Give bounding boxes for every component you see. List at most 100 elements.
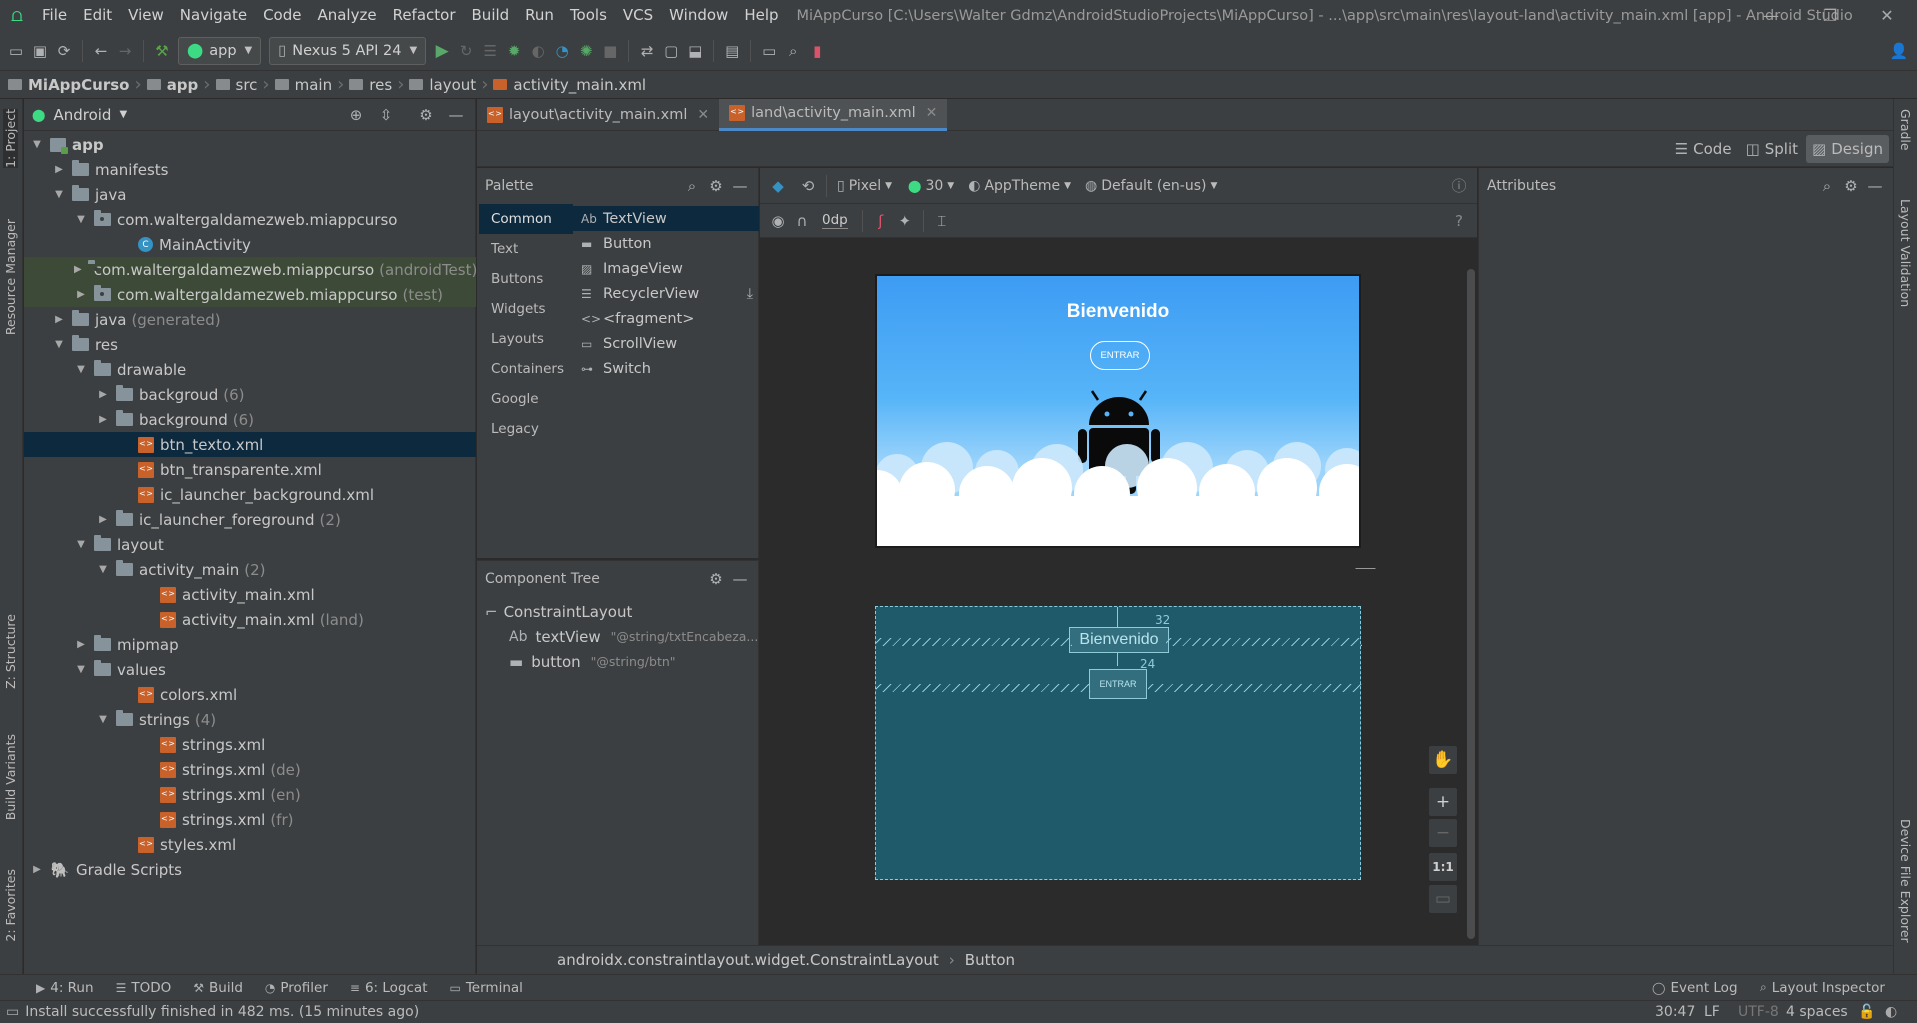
magnet-icon[interactable]: ∩ (790, 209, 814, 233)
expand-arrow-icon[interactable]: ▼ (52, 189, 66, 200)
help-icon[interactable]: ? (1447, 209, 1471, 233)
breadcrumb-item[interactable]: main (274, 76, 332, 94)
collapse-arrow-icon[interactable]: ▶ (74, 289, 88, 300)
tool-window-device-file-explorer[interactable]: Device File Explorer (1898, 819, 1913, 943)
collapse-arrow-icon[interactable]: ▶ (30, 864, 44, 875)
back-icon[interactable]: ← (89, 39, 113, 63)
palette-item-textview[interactable]: Ab TextView (571, 206, 759, 231)
gear-icon[interactable]: ⚙ (704, 567, 728, 591)
palette-category-google[interactable]: Google (479, 384, 573, 414)
tree-row[interactable]: ▶ com.waltergaldamezweb.miappcurso (test) (24, 282, 476, 307)
debug-icon[interactable]: ✹ (502, 39, 526, 63)
tree-row[interactable]: ▼ java (24, 182, 476, 207)
tool-build[interactable]: ⚒ Build (187, 980, 249, 996)
expand-arrow-icon[interactable]: ▼ (74, 214, 88, 225)
canvas-scrollbar[interactable] (1467, 269, 1475, 939)
palette-item-scrollview[interactable]: ▭ ScrollView (571, 331, 759, 356)
tree-row[interactable]: ▶ backgroud (6) (24, 382, 476, 407)
path-item-constraintlayout[interactable]: androidx.constraintlayout.widget.Constra… (557, 951, 939, 969)
orientation-icon[interactable]: ⟲ (796, 174, 820, 198)
expand-arrow-icon[interactable]: ▼ (74, 664, 88, 675)
tree-row[interactable]: ▼ app (24, 132, 476, 157)
palette-category-containers[interactable]: Containers (479, 354, 573, 384)
zoom-in-button[interactable]: + (1428, 787, 1458, 817)
tree-row[interactable]: ic_launcher_background.xml (24, 482, 476, 507)
breadcrumb-item[interactable]: src (215, 76, 257, 94)
tab-layout-activity-main[interactable]: layout\activity_main.xml ✕ (477, 99, 719, 131)
menu-tools[interactable]: Tools (562, 0, 615, 31)
minimize-button[interactable]: — (1744, 0, 1798, 31)
make-project-hammer-icon[interactable]: ⚒ (150, 39, 174, 63)
tool-layout-inspector[interactable]: ⌕ Layout Inspector (1754, 980, 1891, 996)
zoom-one-to-one-button[interactable]: 1:1 (1428, 852, 1458, 882)
chevron-down-icon[interactable]: ▼ (119, 109, 127, 120)
blueprint-textview[interactable]: Bienvenido (1069, 627, 1169, 653)
palette-category-buttons[interactable]: Buttons (479, 264, 573, 294)
breadcrumb-item[interactable]: res (349, 76, 392, 94)
hide-panel-icon[interactable]: — (444, 103, 468, 127)
menu-code[interactable]: Code (255, 0, 309, 31)
eye-icon[interactable]: ◉ (766, 209, 790, 233)
close-icon[interactable]: ✕ (697, 107, 709, 123)
search-everywhere-icon[interactable]: ⌕ (781, 39, 805, 63)
tree-row[interactable]: activity_main.xml(land) (24, 607, 476, 632)
tree-row[interactable]: ▼ drawable (24, 357, 476, 382)
collapse-all-icon[interactable]: ⇳ (374, 103, 398, 127)
expand-arrow-icon[interactable]: ▼ (30, 139, 44, 150)
tool-window-gradle[interactable]: Gradle (1898, 109, 1913, 151)
default-margin-field[interactable]: 0dp (822, 212, 848, 229)
tool-window-resource-manager[interactable]: Resource Manager (3, 219, 18, 335)
tree-row[interactable]: btn_texto.xml (24, 432, 476, 457)
tree-row[interactable]: ▼ values (24, 657, 476, 682)
tool-todo[interactable]: ☰ TODO (110, 980, 178, 996)
expand-arrow-icon[interactable]: ▼ (74, 364, 88, 375)
status-toggle-icon[interactable]: ▭ (6, 1004, 19, 1020)
avd-manager-icon[interactable]: ▢ (659, 39, 683, 63)
palette-item-recyclerview[interactable]: ☰ RecyclerView ⤓ (571, 281, 759, 306)
project-view-select[interactable]: Android (53, 106, 111, 124)
collapse-arrow-icon[interactable]: ▶ (96, 514, 110, 525)
tree-row[interactable]: strings.xml(en) (24, 782, 476, 807)
search-icon[interactable]: ⌕ (1815, 174, 1839, 198)
blueprint-button[interactable]: ENTRAR (1089, 669, 1147, 699)
stop-icon[interactable]: ■ (598, 39, 622, 63)
status-message[interactable]: Install successfully finished in 482 ms.… (25, 1004, 419, 1020)
theme-select[interactable]: ◐ AppTheme ▼ (968, 178, 1071, 194)
margin-label-textview[interactable]: 32 (1155, 613, 1170, 627)
tree-row[interactable]: ▶ java (generated) (24, 307, 476, 332)
breadcrumb-item[interactable]: activity_main.xml (493, 76, 646, 94)
tree-row[interactable]: strings.xml(fr) (24, 807, 476, 832)
tree-row[interactable]: ▶ manifests (24, 157, 476, 182)
resize-handle-icon[interactable] (1355, 549, 1395, 569)
tool-window-structure[interactable]: Z: Structure (3, 614, 18, 689)
tree-row[interactable]: activity_main.xml (24, 582, 476, 607)
path-item-button[interactable]: Button (965, 951, 1015, 969)
menu-file[interactable]: File (34, 0, 75, 31)
tree-node-constraintlayout[interactable]: ⌐ ConstraintLayout (485, 599, 632, 624)
breadcrumb-item[interactable]: layout (409, 76, 476, 94)
menu-navigate[interactable]: Navigate (172, 0, 255, 31)
tool-window-build-variants[interactable]: Build Variants (3, 734, 18, 820)
palette-category-legacy[interactable]: Legacy (479, 414, 573, 444)
palette-category-text[interactable]: Text (479, 234, 573, 264)
tool-terminal[interactable]: ▭ Terminal (444, 980, 529, 996)
tree-row[interactable]: ▼ activity_main (2) (24, 557, 476, 582)
apply-changes-icon[interactable]: ↻ (454, 39, 478, 63)
sync-gradle-icon[interactable]: ⇄ (635, 39, 659, 63)
split-mode-button[interactable]: ◫ Split (1740, 135, 1804, 163)
sdk-manager-icon[interactable]: ⬓ (683, 39, 707, 63)
warning-icon[interactable]: ⓘ (1447, 174, 1471, 198)
tree-row[interactable]: ▶ mipmap (24, 632, 476, 657)
code-mode-button[interactable]: ☰ Code (1669, 135, 1738, 163)
zoom-out-button[interactable]: − (1428, 818, 1458, 848)
palette-category-common[interactable]: Common (479, 204, 573, 234)
design-mode-button[interactable]: ▨ Design (1806, 134, 1889, 163)
tree-row[interactable]: ▼ layout (24, 532, 476, 557)
infer-constraints-icon[interactable]: ✦ (893, 209, 917, 233)
hide-panel-icon[interactable]: — (1863, 174, 1887, 198)
sync-icon[interactable]: ⟳ (52, 39, 76, 63)
file-encoding[interactable]: UTF-8 (1738, 1004, 1779, 1020)
blueprint-view[interactable]: 32 24 Bienvenido ENTRAR (875, 606, 1362, 880)
open-folder-icon[interactable]: ▭ (4, 39, 28, 63)
collapse-arrow-icon[interactable]: ▶ (74, 639, 88, 650)
